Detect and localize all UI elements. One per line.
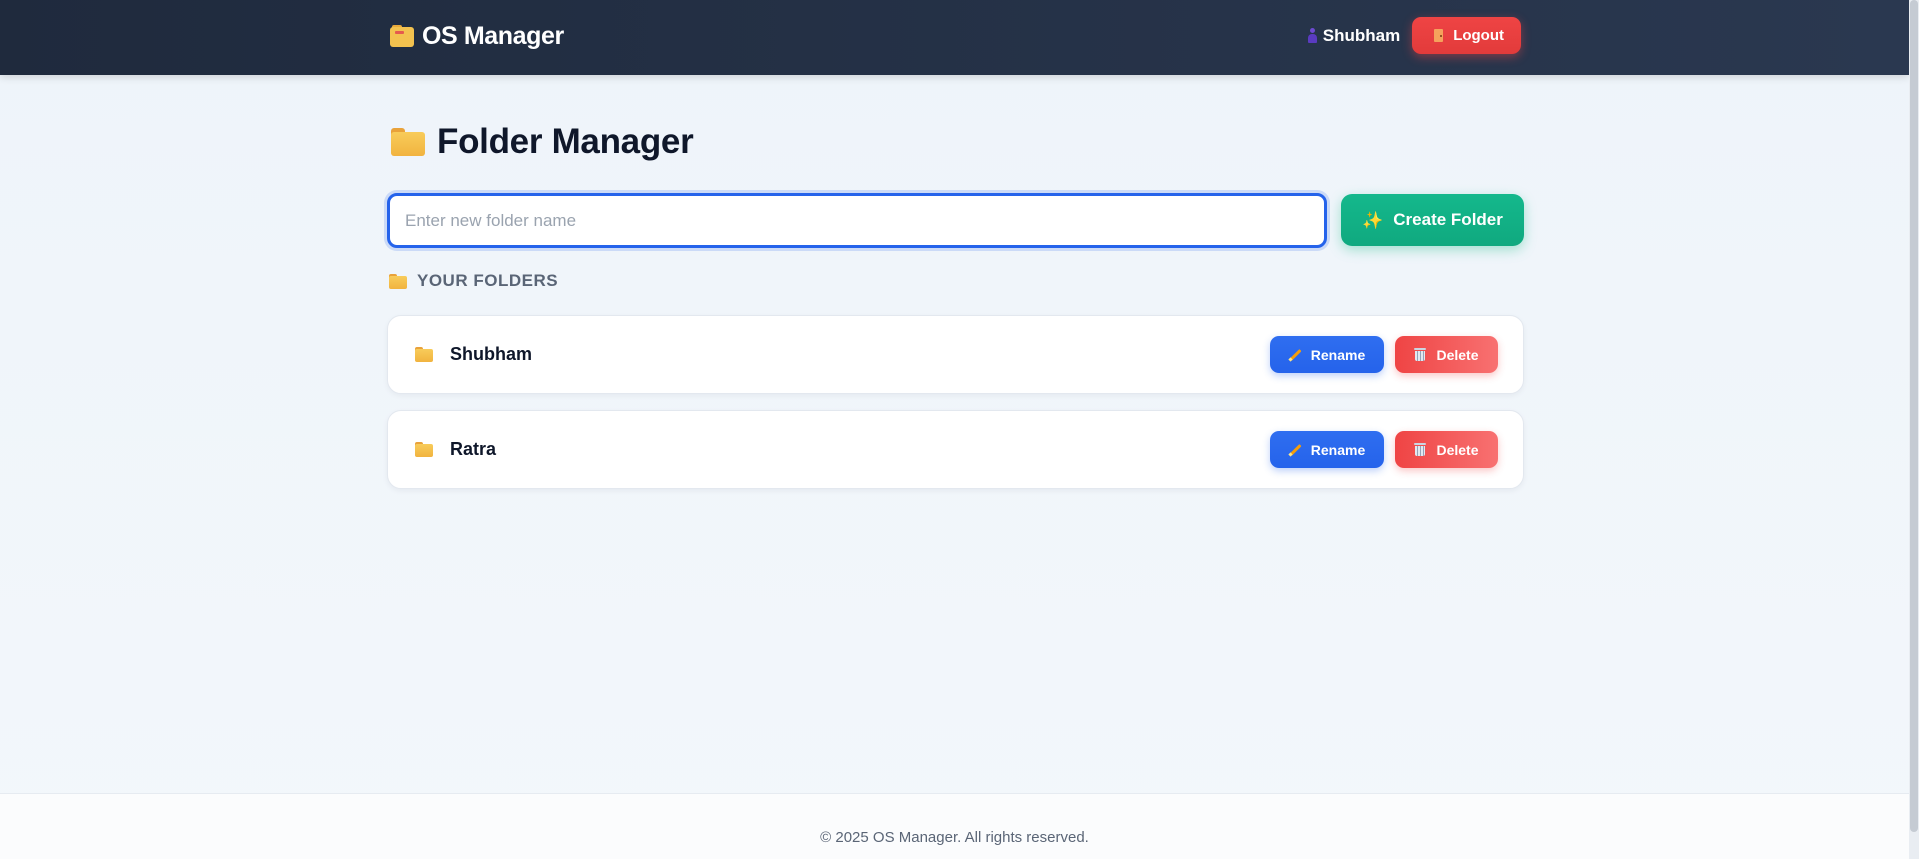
scrollbar-thumb[interactable]: [1910, 0, 1918, 832]
rename-button[interactable]: Rename: [1270, 431, 1384, 468]
folder-name: Ratra: [450, 439, 497, 459]
section-label-text: YOUR FOLDERS: [417, 271, 559, 290]
delete-button[interactable]: Delete: [1395, 336, 1498, 373]
folder-icon: [389, 273, 407, 289]
rename-button[interactable]: Rename: [1270, 336, 1384, 373]
sparkles-icon: ✨: [1362, 210, 1384, 230]
folder-item[interactable]: Shubham Rename Delete: [387, 315, 1524, 394]
logout-label: Logout: [1453, 27, 1504, 44]
trash-icon: [1414, 348, 1427, 361]
footer: © 2025 OS Manager. All rights reserved.: [0, 793, 1909, 859]
create-folder-button[interactable]: ✨ Create Folder: [1341, 194, 1524, 246]
user-name: Shubham: [1322, 25, 1401, 45]
folder-name-input[interactable]: [387, 193, 1327, 248]
rename-label: Rename: [1310, 441, 1366, 458]
create-folder-label: Create Folder: [1393, 210, 1503, 229]
delete-label: Delete: [1436, 346, 1479, 363]
user-display: Shubham: [1307, 25, 1401, 46]
folder-icon: [391, 128, 425, 156]
rename-label: Rename: [1310, 346, 1366, 363]
brand[interactable]: OS Manager: [390, 18, 564, 54]
pencil-icon: [1289, 349, 1301, 361]
door-icon: [1434, 29, 1444, 42]
section-label: YOUR FOLDERS: [389, 270, 558, 292]
scrollbar[interactable]: [1909, 0, 1919, 859]
delete-button[interactable]: Delete: [1395, 431, 1498, 468]
logout-button[interactable]: Logout: [1412, 17, 1521, 54]
folder-icon: [415, 442, 433, 457]
trash-icon: [1414, 443, 1427, 456]
delete-label: Delete: [1436, 441, 1479, 458]
folder-item[interactable]: Ratra Rename Delete: [387, 410, 1524, 489]
card-index-dividers-icon: [390, 25, 414, 47]
pencil-icon: [1289, 444, 1301, 456]
page-title-text: Folder Manager: [437, 122, 694, 161]
folder-name: Shubham: [450, 344, 533, 364]
page-title: Folder Manager: [391, 120, 694, 164]
user-area: Shubham Logout: [1307, 17, 1521, 54]
footer-text: © 2025 OS Manager. All rights reserved.: [820, 829, 1089, 846]
folder-list: Shubham Rename Delete Ratra Rename Delet…: [387, 315, 1524, 505]
user-icon: [1307, 28, 1317, 43]
top-navbar: OS Manager Shubham Logout: [0, 0, 1909, 75]
folder-icon: [415, 347, 433, 362]
brand-name: OS Manager: [422, 21, 564, 50]
